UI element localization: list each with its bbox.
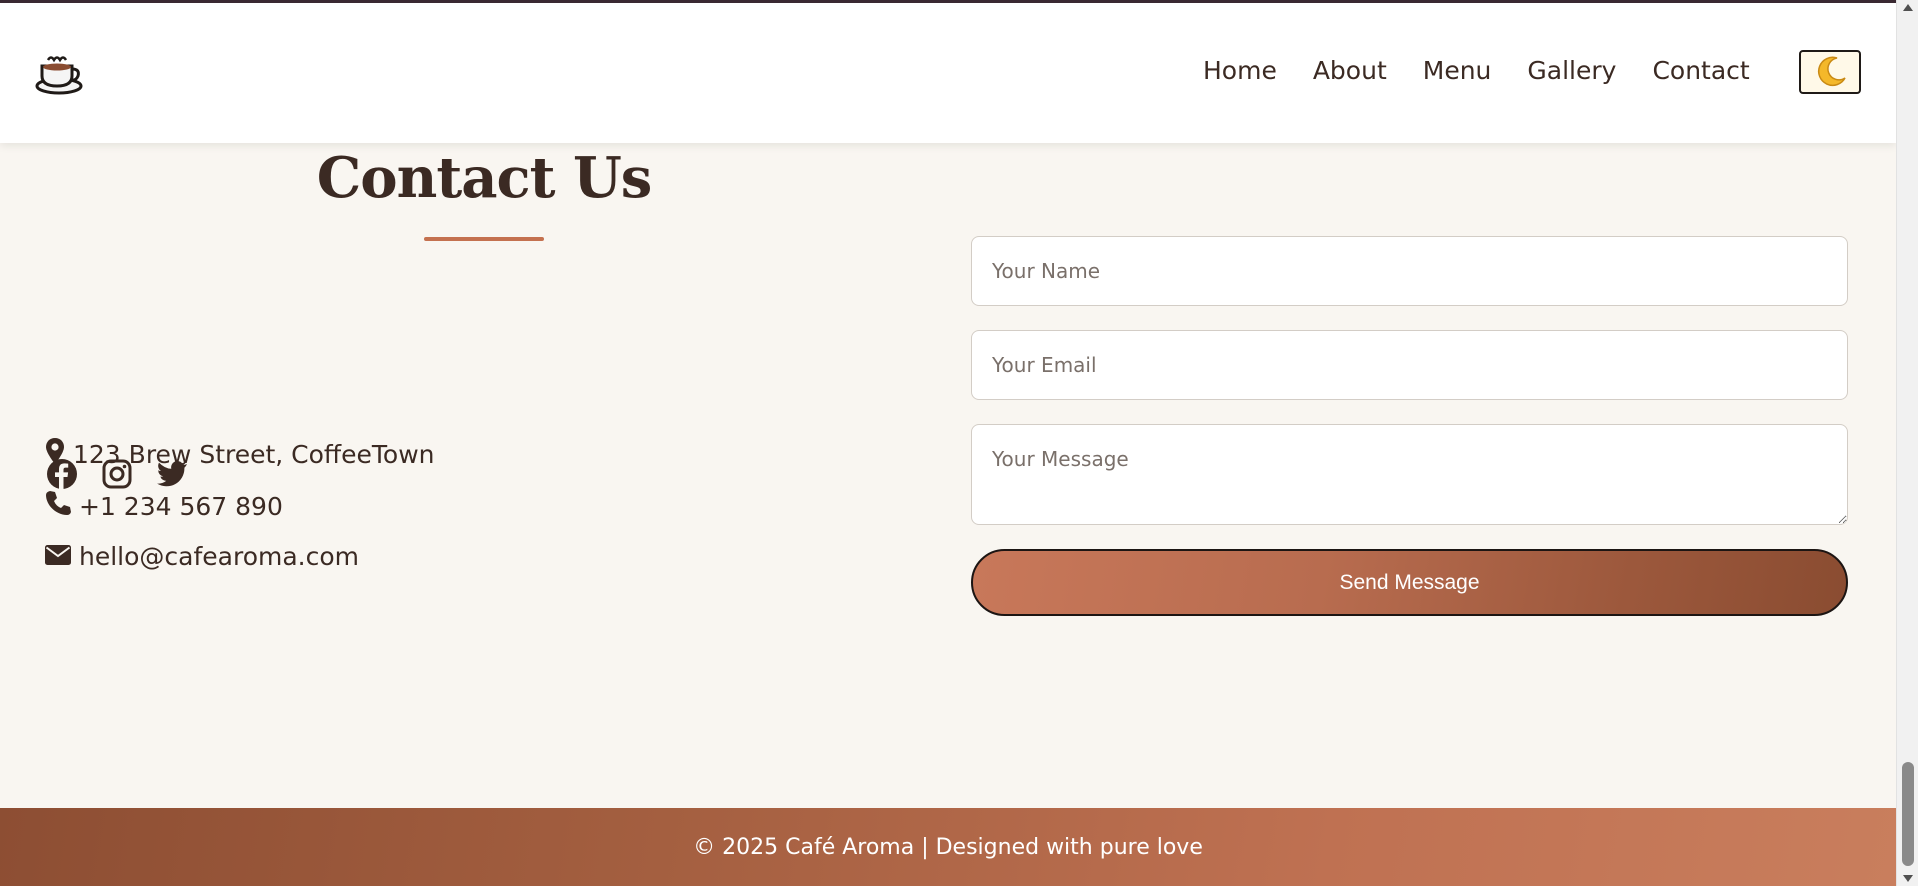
- name-field[interactable]: [971, 236, 1848, 306]
- coffee-cup-icon[interactable]: [34, 50, 84, 96]
- send-message-button[interactable]: Send Message: [971, 549, 1848, 616]
- contact-title: Contact Us: [316, 145, 653, 211]
- title-underline: [424, 237, 544, 241]
- footer: © 2025 Café Aroma | Designed with pure l…: [0, 808, 1896, 886]
- scrollbar-thumb[interactable]: [1902, 762, 1914, 866]
- scroll-down-icon[interactable]: [1903, 875, 1913, 882]
- email-row: hello@cafearoma.com: [45, 542, 359, 571]
- scroll-up-icon[interactable]: [1903, 4, 1913, 11]
- instagram-icon[interactable]: [100, 457, 134, 491]
- email-field[interactable]: [971, 330, 1848, 400]
- phone-text: +1 234 567 890: [79, 491, 283, 521]
- scrollbar[interactable]: [1896, 0, 1918, 886]
- crescent-moon-icon: [1813, 54, 1847, 91]
- nav-menu[interactable]: Menu: [1423, 56, 1492, 85]
- twitter-icon[interactable]: [155, 457, 189, 491]
- nav-contact[interactable]: Contact: [1652, 56, 1749, 85]
- facebook-icon[interactable]: [45, 457, 79, 491]
- theme-toggle-button[interactable]: [1799, 50, 1861, 94]
- footer-text: © 2025 Café Aroma | Designed with pure l…: [693, 834, 1203, 860]
- phone-icon: [45, 490, 79, 522]
- message-field[interactable]: [971, 424, 1848, 525]
- nav-gallery[interactable]: Gallery: [1527, 56, 1616, 85]
- nav-home[interactable]: Home: [1203, 56, 1277, 85]
- navbar: Home About Menu Gallery Contact: [0, 3, 1896, 143]
- email-text: hello@cafearoma.com: [79, 542, 360, 571]
- phone-row: +1 234 567 890: [45, 490, 283, 522]
- nav-about[interactable]: About: [1313, 56, 1387, 85]
- main-nav: Home About Menu Gallery Contact: [1203, 56, 1786, 85]
- social-links: [45, 457, 210, 491]
- envelope-icon: [45, 542, 79, 571]
